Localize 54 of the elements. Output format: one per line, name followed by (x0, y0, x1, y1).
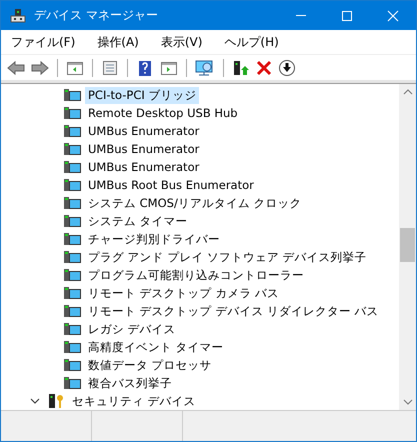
device-icon (63, 213, 81, 229)
device-icon (63, 123, 81, 139)
device-icon (63, 357, 81, 373)
device-item[interactable]: リモート デスクトップ カメラ バス (85, 284, 282, 302)
device-icon (63, 231, 81, 247)
device-item[interactable]: システム CMOS/リアルタイム クロック (85, 194, 304, 212)
device-item[interactable]: PCI-to-PCI ブリッジ (85, 86, 200, 104)
device-item[interactable]: システム タイマー (85, 212, 191, 230)
device-icon (63, 105, 81, 121)
menu-item[interactable]: 表示(V) (154, 32, 208, 52)
device-item[interactable]: プログラム可能割り込みコントローラー (85, 266, 307, 284)
device-icon (63, 87, 81, 103)
vertical-scrollbar[interactable] (399, 84, 416, 410)
scroll-up-icon[interactable] (402, 88, 412, 96)
device-item[interactable]: UMBus Enumerator (85, 123, 202, 139)
device-icon (63, 267, 81, 283)
download-button[interactable] (276, 58, 298, 78)
device-item[interactable]: Remote Desktop USB Hub (85, 105, 241, 121)
device-icon (63, 249, 81, 265)
menu-item[interactable]: ファイル(F) (5, 32, 82, 52)
device-item[interactable]: UMBus Root Bus Enumerator (85, 177, 257, 193)
window-title: デバイス マネージャー (34, 7, 159, 24)
scrollbar-thumb[interactable] (400, 228, 415, 262)
minimize-icon (296, 15, 306, 16)
device-item[interactable]: UMBus Enumerator (85, 159, 202, 175)
device-item[interactable]: リモート デスクトップ デバイス リダイレクター バス (85, 302, 382, 320)
device-item[interactable]: UMBus Enumerator (85, 141, 202, 157)
key-device-icon (47, 393, 65, 409)
menu-item[interactable]: 操作(A) (91, 32, 145, 52)
close-icon (387, 10, 399, 22)
device-icon (63, 195, 81, 211)
category-item[interactable]: セキュリティ デバイス (69, 392, 199, 410)
device-icon (63, 177, 81, 193)
maximize-icon (341, 10, 353, 22)
uninstall-button[interactable] (254, 58, 274, 76)
device-icon (63, 339, 81, 355)
device-icon (10, 8, 26, 24)
device-item[interactable]: レガシ デバイス (85, 320, 179, 338)
menu-item[interactable]: ヘルプ(H) (218, 32, 285, 52)
device-item[interactable]: 複合バス列挙子 (85, 374, 175, 392)
device-item[interactable]: プラグ アンド プレイ ソフトウェア デバイス列挙子 (85, 248, 370, 266)
device-icon (63, 375, 81, 391)
expand-chevron-icon[interactable] (30, 396, 40, 406)
scroll-down-icon[interactable] (402, 398, 412, 406)
device-icon (63, 285, 81, 301)
device-icon (63, 141, 81, 157)
back-button[interactable] (5, 58, 27, 76)
device-item[interactable]: 数値データ プロセッサ (85, 356, 215, 374)
device-icon (63, 303, 81, 319)
device-icon (63, 159, 81, 175)
device-icon (63, 321, 81, 337)
device-item[interactable]: チャージ判別ドライバー (85, 230, 223, 248)
forward-button[interactable] (29, 58, 51, 76)
device-item[interactable]: 高精度イベント タイマー (85, 338, 227, 356)
